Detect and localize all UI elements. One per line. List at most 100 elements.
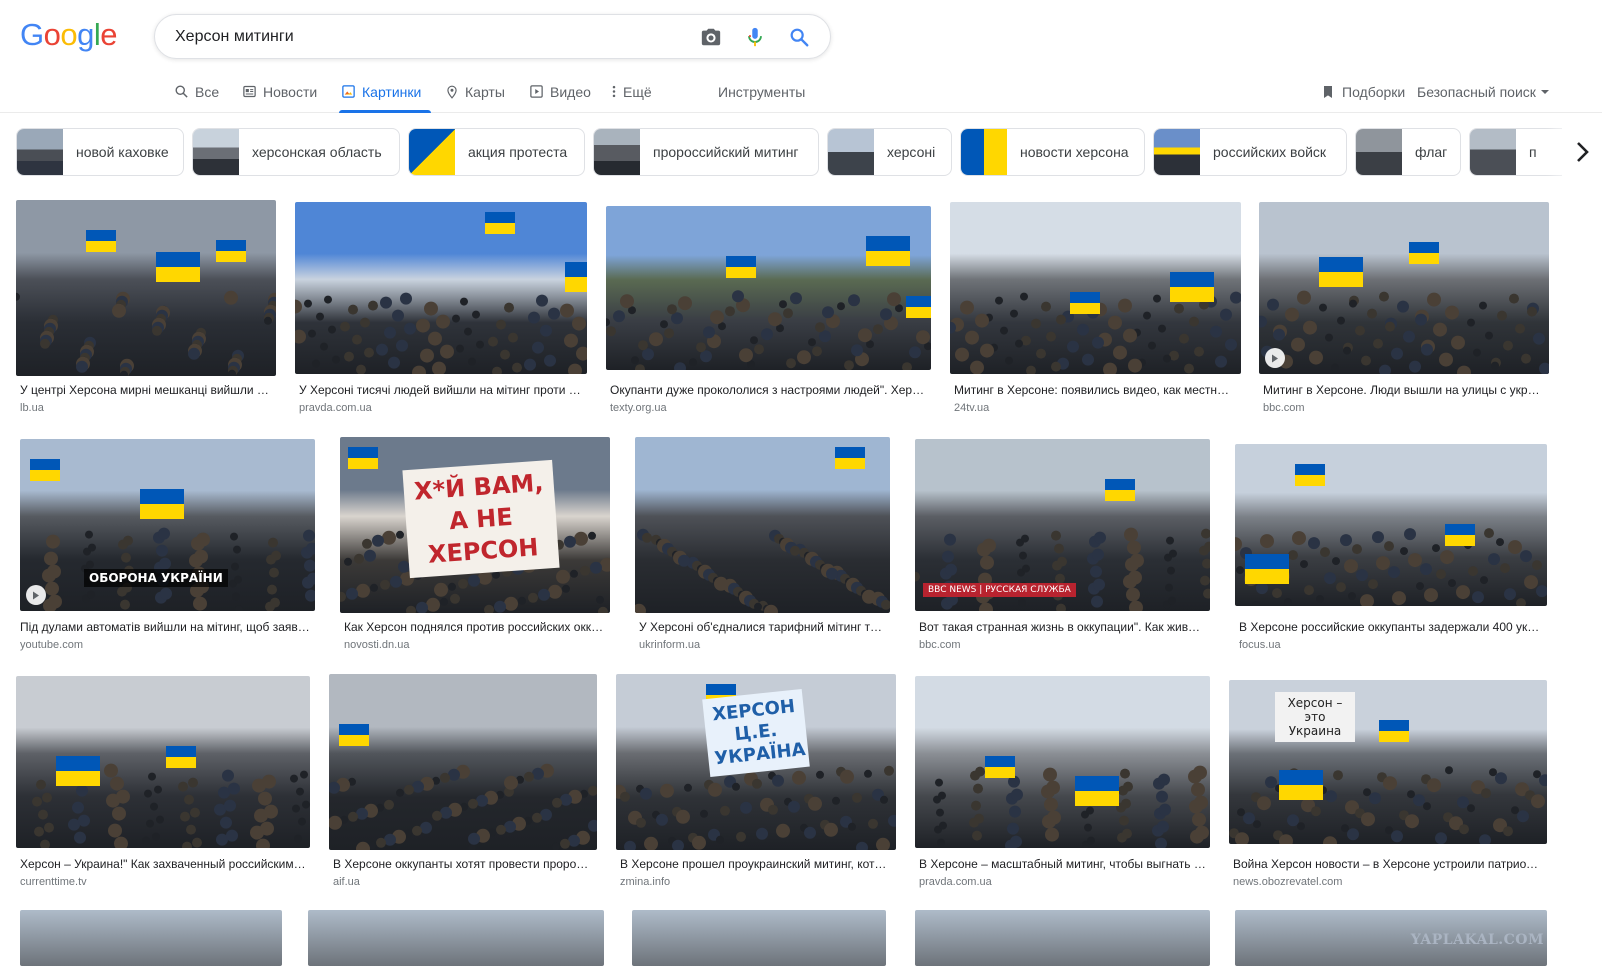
image-result[interactable]: У Херсоні об'єдналися тарифний мітинг та… (635, 436, 890, 656)
crowd-illustration (933, 756, 1209, 848)
result-caption[interactable]: В Херсоне оккупанты хотят провести проро… (333, 856, 593, 872)
tab-maps[interactable]: Карты (445, 70, 505, 113)
result-thumbnail[interactable]: Х*Й ВАМ, А НЕ ХЕРСОН (340, 437, 610, 613)
microphone-icon[interactable] (744, 26, 766, 48)
play-icon[interactable] (1265, 348, 1285, 368)
result-thumbnail[interactable] (1235, 444, 1547, 606)
image-result[interactable]: Херсон – Украина!" Как захваченный росси… (16, 673, 310, 893)
crowd-figure (1325, 333, 1333, 342)
result-thumbnail[interactable]: ХЕРСОН Ц.Е. УКРАЇНА (616, 674, 896, 850)
result-thumbnail[interactable] (635, 437, 890, 613)
result-thumbnail[interactable] (606, 206, 931, 370)
result-thumbnail[interactable]: BBC NEWS | РУССКАЯ СЛУЖБА (915, 439, 1210, 611)
result-thumbnail[interactable] (16, 200, 276, 376)
tab-all[interactable]: Все (174, 70, 219, 113)
result-caption[interactable]: Митинг в Херсоне. Люди вышли на улицы с … (1263, 382, 1545, 398)
result-caption[interactable]: В Херсоне – масштабный митинг, чтобы выг… (919, 856, 1206, 872)
crowd-figure (269, 567, 279, 578)
crowd-figure (1445, 305, 1459, 320)
result-thumbnail[interactable]: ОБОРОНА УКРАЇНИ (20, 439, 315, 611)
result-source[interactable]: ukrinform.ua (639, 638, 700, 652)
chip[interactable]: акция протеста (408, 128, 585, 176)
image-result[interactable]: Окупанти дуже прокололися з настроями лю… (606, 199, 931, 419)
result-caption[interactable]: У Херсоні об'єдналися тарифний мітинг та… (639, 619, 886, 635)
result-caption[interactable]: В Херсоне прошел проукраинский митинг, к… (620, 856, 892, 872)
chip[interactable]: пророссийский митинг (593, 128, 819, 176)
crowd-figure (1285, 307, 1299, 322)
image-result[interactable]: BBC NEWS | РУССКАЯ СЛУЖБА Вот такая стран… (915, 436, 1210, 656)
chip[interactable]: новой каховке (16, 128, 184, 176)
collections-button[interactable]: Подборки (1320, 70, 1405, 113)
result-source[interactable]: texty.org.ua (610, 401, 667, 415)
result-source[interactable]: novosti.dn.ua (344, 638, 409, 652)
chip[interactable]: российских войск (1153, 128, 1347, 176)
crowd-figure (1495, 772, 1507, 785)
search-input[interactable] (175, 16, 700, 57)
result-source[interactable]: bbc.com (919, 638, 961, 652)
result-source[interactable]: currenttime.tv (20, 875, 87, 889)
result-source[interactable]: youtube.com (20, 638, 83, 652)
image-result[interactable]: ОБОРОНА УКРАЇНИ Під дулами автоматів вийш… (16, 436, 315, 656)
image-result[interactable]: У центрі Херсона мирні мешканці вийшли н… (16, 199, 276, 419)
crowd-figure (234, 575, 242, 584)
result-source[interactable]: focus.ua (1239, 638, 1281, 652)
result-caption[interactable]: Война Херсон новости – в Херсоне устроил… (1233, 856, 1543, 872)
image-result[interactable]: У Херсоні тисячі людей вийшли на мітинг … (295, 199, 587, 419)
result-thumbnail[interactable] (329, 674, 597, 850)
result-caption[interactable]: Під дулами автоматів вийшли на мітинг, щ… (20, 619, 311, 635)
play-icon[interactable] (26, 585, 46, 605)
result-thumbnail-partial[interactable] (915, 910, 1210, 966)
result-source[interactable]: news.obozrevatel.com (1233, 875, 1342, 889)
result-source[interactable]: bbc.com (1263, 401, 1305, 415)
result-caption[interactable]: У Херсоні тисячі людей вийшли на мітинг … (299, 382, 583, 398)
result-source[interactable]: pravda.com.ua (919, 875, 992, 889)
result-caption[interactable]: В Херсоне российские оккупанты задержали… (1239, 619, 1543, 635)
result-caption[interactable]: Как Херсон поднялся против российских ок… (344, 619, 606, 635)
chip[interactable]: п (1469, 128, 1569, 176)
result-thumbnail[interactable]: Херсон – это Украина (1229, 680, 1547, 844)
result-thumbnail[interactable] (1259, 202, 1549, 374)
result-source[interactable]: lb.ua (20, 401, 44, 415)
result-caption[interactable]: Херсон – Украина!" Как захваченный росси… (20, 856, 306, 872)
chip[interactable]: флаг (1355, 128, 1461, 176)
google-logo[interactable]: Google (20, 18, 118, 52)
image-result[interactable]: Херсон – это Украина Война Херсон новости… (1229, 673, 1547, 893)
tab-images[interactable]: Картинки (338, 70, 432, 113)
result-thumbnail-partial[interactable] (20, 910, 282, 966)
image-result[interactable]: ХЕРСОН Ц.Е. УКРАЇНА В Херсоне прошел проу… (616, 673, 896, 893)
result-source[interactable]: 24tv.ua (954, 401, 989, 415)
safesearch-dropdown[interactable]: Безопасный поиск (1417, 70, 1550, 113)
result-thumbnail-partial[interactable] (308, 910, 604, 966)
chip[interactable]: херсоні (827, 128, 952, 176)
result-caption[interactable]: Митинг в Херсоне: появились видео, как м… (954, 382, 1237, 398)
camera-icon[interactable] (700, 26, 722, 48)
image-result[interactable]: В Херсоне российские оккупанты задержали… (1235, 436, 1547, 656)
image-result[interactable]: Митинг в Херсоне. Люди вышли на улицы с … (1259, 199, 1549, 419)
tab-more[interactable]: Ещё (611, 70, 652, 113)
crowd-figure (596, 595, 604, 604)
result-thumbnail[interactable] (16, 676, 310, 848)
tab-video[interactable]: Видео (529, 70, 591, 113)
chip[interactable]: херсонская область (192, 128, 400, 176)
result-thumbnail[interactable] (950, 202, 1241, 374)
chip[interactable]: новости херсона (960, 128, 1145, 176)
image-result[interactable]: Митинг в Херсоне: появились видео, как м… (950, 199, 1241, 419)
result-thumbnail[interactable] (295, 202, 587, 374)
result-source[interactable]: zmina.info (620, 875, 670, 889)
tab-news[interactable]: Новости (242, 70, 317, 113)
result-source[interactable]: pravda.com.ua (299, 401, 372, 415)
result-caption[interactable]: У центрі Херсона мирні мешканці вийшли н… (20, 382, 272, 398)
chips-next-button[interactable] (1562, 128, 1602, 176)
search-submit-icon[interactable] (788, 26, 810, 48)
safesearch-label: Безопасный поиск (1417, 83, 1536, 100)
result-caption[interactable]: Окупанти дуже прокололися з настроями лю… (610, 382, 927, 398)
result-source[interactable]: aif.ua (333, 875, 360, 889)
result-caption[interactable]: Вот такая странная жизнь в оккупации". К… (919, 619, 1206, 635)
image-result[interactable]: В Херсоне оккупанты хотят провести проро… (329, 673, 597, 893)
image-result[interactable]: Х*Й ВАМ, А НЕ ХЕРСОН Как Херсон поднялся … (340, 436, 610, 656)
tools-button[interactable]: Инструменты (718, 70, 805, 113)
crowd-figure (458, 578, 468, 589)
result-thumbnail-partial[interactable] (632, 910, 886, 966)
image-result[interactable]: В Херсоне – масштабный митинг, чтобы выг… (915, 673, 1210, 893)
result-thumbnail[interactable] (915, 676, 1210, 848)
